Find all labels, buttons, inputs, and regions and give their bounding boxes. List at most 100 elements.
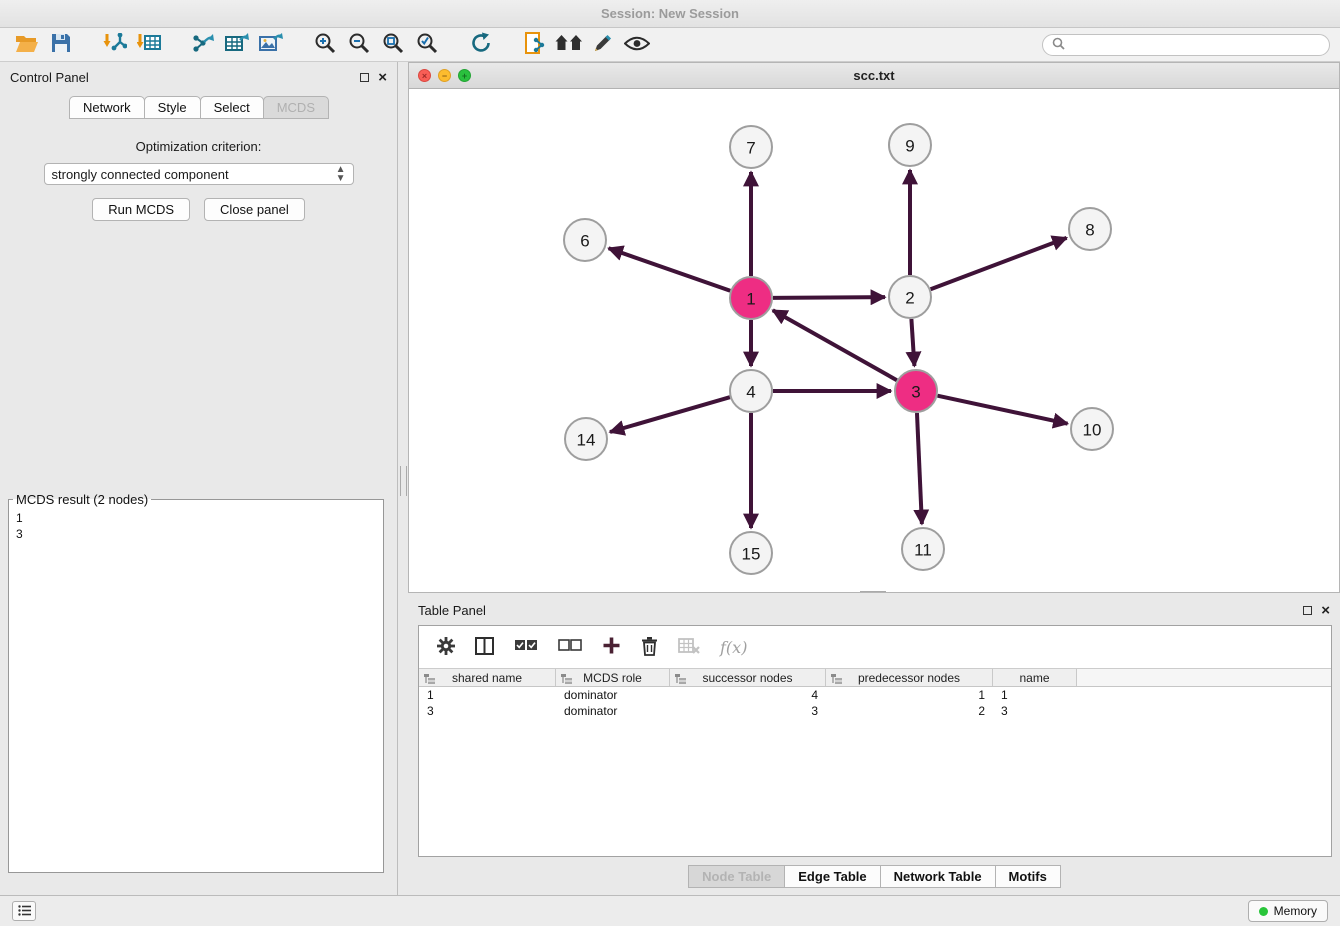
zoom-fit-button[interactable]: [376, 30, 410, 60]
table-cell[interactable]: 2: [826, 703, 993, 719]
graph-node-6[interactable]: 6: [564, 219, 606, 261]
graph-node-14[interactable]: 14: [565, 418, 607, 460]
criterion-select[interactable]: strongly connected component ▲▼: [44, 163, 354, 185]
maximize-window-icon[interactable]: +: [458, 69, 471, 82]
refresh-layout-button[interactable]: [464, 30, 498, 60]
search-box[interactable]: [1042, 34, 1330, 56]
pen-icon: [593, 33, 613, 56]
float-table-panel-icon[interactable]: [1303, 606, 1312, 615]
graph-node-4[interactable]: 4: [730, 370, 772, 412]
column-header-MCDS-role[interactable]: MCDS role: [556, 669, 670, 686]
table-cell[interactable]: 1: [419, 687, 556, 703]
column-header-shared-name[interactable]: shared name: [419, 669, 556, 686]
import-table-button[interactable]: [132, 30, 166, 60]
tab-edge-table[interactable]: Edge Table: [784, 865, 880, 888]
zoom-in-icon: [314, 32, 336, 57]
graph-node-10[interactable]: 10: [1071, 408, 1113, 450]
graph-node-7[interactable]: 7: [730, 126, 772, 168]
graph-edge-1-6[interactable]: [609, 248, 731, 290]
function-builder-button[interactable]: f(x): [720, 638, 747, 657]
graph-node-8[interactable]: 8: [1069, 208, 1111, 250]
close-panel-button[interactable]: Close panel: [204, 198, 305, 221]
select-all-columns-button[interactable]: [514, 639, 538, 655]
graph-node-1[interactable]: 1: [730, 277, 772, 319]
tab-node-table[interactable]: Node Table: [688, 865, 785, 888]
graph-node-11[interactable]: 11: [902, 528, 944, 570]
column-header-name[interactable]: name: [993, 669, 1077, 686]
close-table-panel-icon[interactable]: ×: [1321, 603, 1330, 618]
network-document-share-button[interactable]: [518, 30, 552, 60]
export-image-button[interactable]: [254, 30, 288, 60]
graph-edge-4-14[interactable]: [610, 397, 730, 432]
export-network-icon: [191, 33, 215, 56]
graph-edge-3-10[interactable]: [938, 396, 1068, 424]
eye-icon: [624, 36, 650, 54]
zoom-in-button[interactable]: [308, 30, 342, 60]
mcds-result-box: MCDS result (2 nodes) 13: [8, 492, 384, 873]
svg-text:8: 8: [1085, 221, 1094, 240]
table-cell[interactable]: 1: [993, 687, 1077, 703]
graph-edge-1-2[interactable]: [773, 297, 885, 298]
table-frame: f(x) shared nameMCDS rolesuccessor nodes…: [418, 625, 1332, 857]
graph-node-15[interactable]: 15: [730, 532, 772, 574]
close-window-icon[interactable]: ×: [418, 69, 431, 82]
column-header-successor-nodes[interactable]: successor nodes: [670, 669, 826, 686]
open-session-button[interactable]: [10, 30, 44, 60]
annotation-pen-button[interactable]: [586, 30, 620, 60]
graph-edge-2-3[interactable]: [911, 319, 914, 366]
show-columns-button[interactable]: [475, 637, 494, 658]
table-row[interactable]: 1dominator411: [419, 687, 1331, 703]
table-cell[interactable]: 3: [993, 703, 1077, 719]
table-cell[interactable]: 3: [419, 703, 556, 719]
table-body: 1dominator4113dominator323: [419, 687, 1331, 719]
table-toolbar: f(x): [419, 626, 1331, 668]
graph-edge-3-11[interactable]: [917, 413, 922, 524]
delete-column-button[interactable]: [641, 636, 658, 659]
task-history-button[interactable]: [12, 901, 36, 921]
import-network-button[interactable]: [98, 30, 132, 60]
columns-icon: [475, 637, 494, 658]
memory-label: Memory: [1274, 904, 1317, 918]
create-column-button[interactable]: [602, 636, 621, 658]
export-image-icon: [259, 33, 283, 56]
network-view-titlebar: × − + scc.txt: [409, 63, 1339, 89]
table-cell[interactable]: dominator: [556, 703, 670, 719]
deselect-all-columns-button[interactable]: [558, 639, 582, 655]
table-cell[interactable]: 4: [670, 687, 826, 703]
tab-style[interactable]: Style: [144, 96, 201, 119]
minimize-window-icon[interactable]: −: [438, 69, 451, 82]
graph-edge-2-8[interactable]: [931, 238, 1067, 289]
tab-mcds[interactable]: MCDS: [263, 96, 329, 119]
table-row[interactable]: 3dominator323: [419, 703, 1331, 719]
memory-button[interactable]: Memory: [1248, 900, 1328, 922]
save-session-button[interactable]: [44, 30, 78, 60]
table-cell[interactable]: 3: [670, 703, 826, 719]
graph-node-3[interactable]: 3: [895, 370, 937, 412]
graph-edge-3-1[interactable]: [773, 310, 897, 380]
vertical-splitter-handle[interactable]: [400, 466, 407, 496]
graph-node-2[interactable]: 2: [889, 276, 931, 318]
float-panel-icon[interactable]: [360, 73, 369, 82]
zoom-out-button[interactable]: [342, 30, 376, 60]
export-table-button[interactable]: [220, 30, 254, 60]
zoom-selected-button[interactable]: [410, 30, 444, 60]
tab-network-table[interactable]: Network Table: [880, 865, 996, 888]
svg-text:6: 6: [580, 232, 589, 251]
first-neighbors-button[interactable]: [552, 30, 586, 60]
tab-motifs[interactable]: Motifs: [995, 865, 1061, 888]
network-canvas[interactable]: 7 9 6 8 1 2 4 3 14 10 15 11: [409, 89, 1339, 592]
table-cell[interactable]: 1: [826, 687, 993, 703]
table-cell[interactable]: dominator: [556, 687, 670, 703]
close-panel-icon[interactable]: ×: [378, 70, 387, 85]
column-header-predecessor-nodes[interactable]: predecessor nodes: [826, 669, 993, 686]
graph-node-9[interactable]: 9: [889, 124, 931, 166]
search-input[interactable]: [1070, 38, 1320, 52]
show-hide-button[interactable]: [620, 30, 654, 60]
svg-text:3: 3: [911, 383, 920, 402]
table-settings-button[interactable]: [437, 637, 455, 658]
tab-select[interactable]: Select: [200, 96, 264, 119]
run-mcds-button[interactable]: Run MCDS: [92, 198, 190, 221]
export-network-button[interactable]: [186, 30, 220, 60]
control-panel-tabs: Network Style Select MCDS: [0, 96, 397, 119]
tab-network[interactable]: Network: [69, 96, 145, 119]
